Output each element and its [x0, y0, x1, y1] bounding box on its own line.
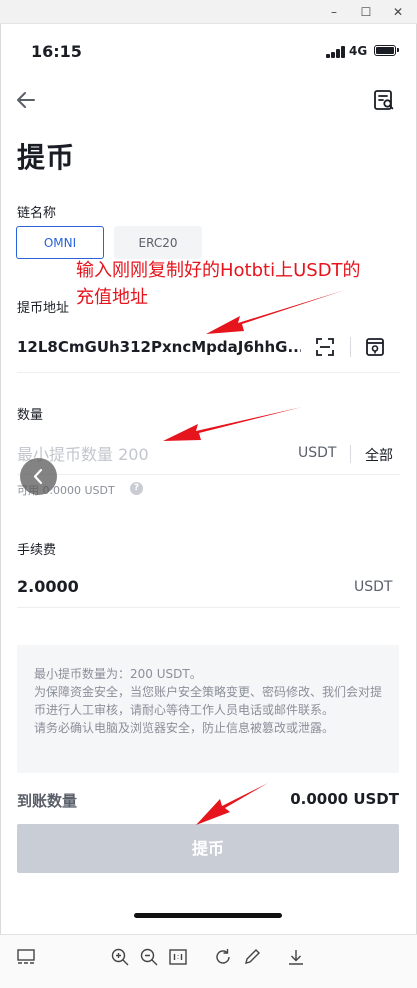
- notice-review: 为保障资金安全，当您账户安全策略变更、密码修改、我们会对提币进行人工审核，请耐心…: [34, 685, 383, 717]
- divider: [350, 337, 351, 357]
- home-indicator: [134, 913, 282, 918]
- amount-label: 数量: [17, 408, 44, 423]
- fee-label: 手续费: [17, 543, 57, 558]
- status-time: 16:15: [31, 42, 82, 61]
- maximize-icon[interactable]: ☐: [357, 3, 375, 21]
- battery-icon: [374, 45, 399, 56]
- fee-value: 2.0000: [17, 577, 79, 596]
- signal-icon: [326, 46, 346, 58]
- annotation-line-1: 输入刚刚复制好的Hotbti上USDT的: [76, 260, 361, 281]
- divider: [350, 445, 351, 463]
- notice-min-amount: 最小提币数量为：200 USDT。: [34, 667, 202, 681]
- minimize-icon[interactable]: –: [325, 3, 343, 21]
- actual-size-icon[interactable]: [168, 947, 188, 967]
- receive-amount: 0.0000 USDT: [290, 790, 399, 808]
- rotate-icon[interactable]: [213, 947, 233, 967]
- amount-unit: USDT: [298, 445, 337, 461]
- network-type: 4G: [349, 44, 368, 58]
- download-icon[interactable]: [286, 947, 306, 967]
- pencil-icon[interactable]: [242, 947, 262, 967]
- fee-unit: USDT: [354, 579, 393, 595]
- address-book-icon[interactable]: [364, 336, 386, 358]
- zoom-in-icon[interactable]: [110, 947, 130, 967]
- receive-label: 到账数量: [17, 792, 78, 810]
- chain-option-erc20[interactable]: ERC20: [114, 226, 202, 259]
- thumbnail-icon[interactable]: [16, 947, 36, 967]
- withdraw-all-button[interactable]: 全部: [365, 445, 393, 465]
- arrow-left-icon[interactable]: [14, 88, 38, 112]
- address-label: 提币地址: [17, 301, 70, 316]
- address-input[interactable]: 12L8CmGUh312PxncMpdaJ6hhG...: [17, 338, 301, 356]
- amount-input[interactable]: [17, 441, 287, 467]
- withdraw-notice: 最小提币数量为：200 USDT。 为保障资金安全，当您账户安全策略变更、密码修…: [17, 645, 399, 773]
- submit-withdraw-button[interactable]: 提币: [17, 824, 399, 873]
- zoom-out-icon[interactable]: [139, 947, 159, 967]
- annotation-line-2: 充值地址: [76, 287, 148, 308]
- divider: [17, 607, 400, 608]
- record-icon[interactable]: [372, 88, 396, 112]
- divider: [17, 372, 400, 373]
- chain-option-omni[interactable]: OMNI: [16, 226, 104, 259]
- scan-icon[interactable]: [314, 336, 336, 358]
- close-icon[interactable]: ✕: [389, 3, 407, 21]
- viewer-toolbar: [0, 934, 417, 988]
- window-title-bar: – ☐ ✕: [0, 0, 417, 24]
- divider: [17, 474, 400, 475]
- page-title: 提币: [17, 141, 76, 174]
- notice-security: 请务必确认电脑及浏览器安全，防止信息被篡改或泄露。: [34, 721, 335, 735]
- help-icon[interactable]: ?: [130, 482, 143, 495]
- chevron-left-icon[interactable]: [20, 458, 57, 495]
- chain-label: 链名称: [17, 206, 57, 221]
